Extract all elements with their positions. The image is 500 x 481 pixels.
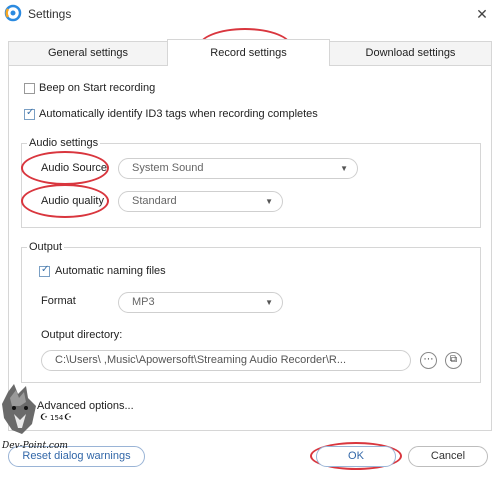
output-directory-label: Output directory: bbox=[41, 329, 123, 341]
app-logo-icon bbox=[4, 4, 22, 22]
settings-panel: Beep on Start recording Automatically id… bbox=[8, 65, 492, 431]
audio-quality-value: Standard bbox=[132, 195, 177, 207]
audio-source-select[interactable]: System Sound ▼ bbox=[118, 158, 358, 179]
ok-button[interactable]: OK bbox=[316, 446, 396, 467]
open-folder-icon[interactable]: ⧉ bbox=[445, 352, 462, 369]
auto-naming-checkbox[interactable] bbox=[39, 264, 50, 277]
beep-on-start-checkbox[interactable] bbox=[24, 83, 35, 94]
chevron-down-icon: ▼ bbox=[340, 164, 348, 173]
tab-general-settings[interactable]: General settings bbox=[8, 41, 168, 65]
close-icon[interactable]: ✕ bbox=[472, 4, 492, 24]
audio-quality-label: Audio quality bbox=[41, 195, 104, 207]
svg-text:☪: ☪ bbox=[64, 413, 72, 423]
tab-record-settings[interactable]: Record settings bbox=[167, 39, 330, 66]
format-value: MP3 bbox=[132, 296, 155, 308]
output-directory-field[interactable]: C:\Users\ ,Music\Apowersoft\Streaming Au… bbox=[41, 350, 411, 371]
watermark-text: Dev-Point.com bbox=[1, 441, 68, 451]
tab-bar: General settings Record settings Downloa… bbox=[8, 39, 492, 66]
watermark-logo: ☪ 154 ☪ Dev-Point.com bbox=[1, 384, 72, 451]
tab-download-settings[interactable]: Download settings bbox=[329, 41, 492, 65]
audio-quality-select[interactable]: Standard ▼ bbox=[118, 191, 283, 212]
auto-id3-checkbox[interactable] bbox=[24, 107, 35, 120]
format-label: Format bbox=[41, 295, 76, 307]
window-title: Settings bbox=[28, 7, 72, 21]
audio-source-value: System Sound bbox=[132, 162, 204, 174]
audio-source-label: Audio Source bbox=[41, 162, 108, 174]
audio-settings-title: Audio settings bbox=[27, 137, 101, 149]
title-bar: Settings ✕ bbox=[0, 0, 500, 28]
chevron-down-icon: ▼ bbox=[265, 298, 273, 307]
output-title: Output bbox=[27, 241, 65, 253]
watermark-badge: 154 bbox=[50, 414, 64, 422]
svg-text:☪: ☪ bbox=[40, 413, 48, 423]
format-select[interactable]: MP3 ▼ bbox=[118, 292, 283, 313]
chevron-down-icon: ▼ bbox=[265, 197, 273, 206]
beep-on-start-label: Beep on Start recording bbox=[39, 82, 156, 94]
cancel-button[interactable]: Cancel bbox=[408, 446, 488, 467]
audio-settings-group bbox=[21, 143, 481, 228]
more-options-icon[interactable]: ⋯ bbox=[420, 352, 437, 369]
auto-naming-label: Automatic naming files bbox=[55, 265, 166, 277]
auto-id3-label: Automatically identify ID3 tags when rec… bbox=[39, 108, 318, 120]
